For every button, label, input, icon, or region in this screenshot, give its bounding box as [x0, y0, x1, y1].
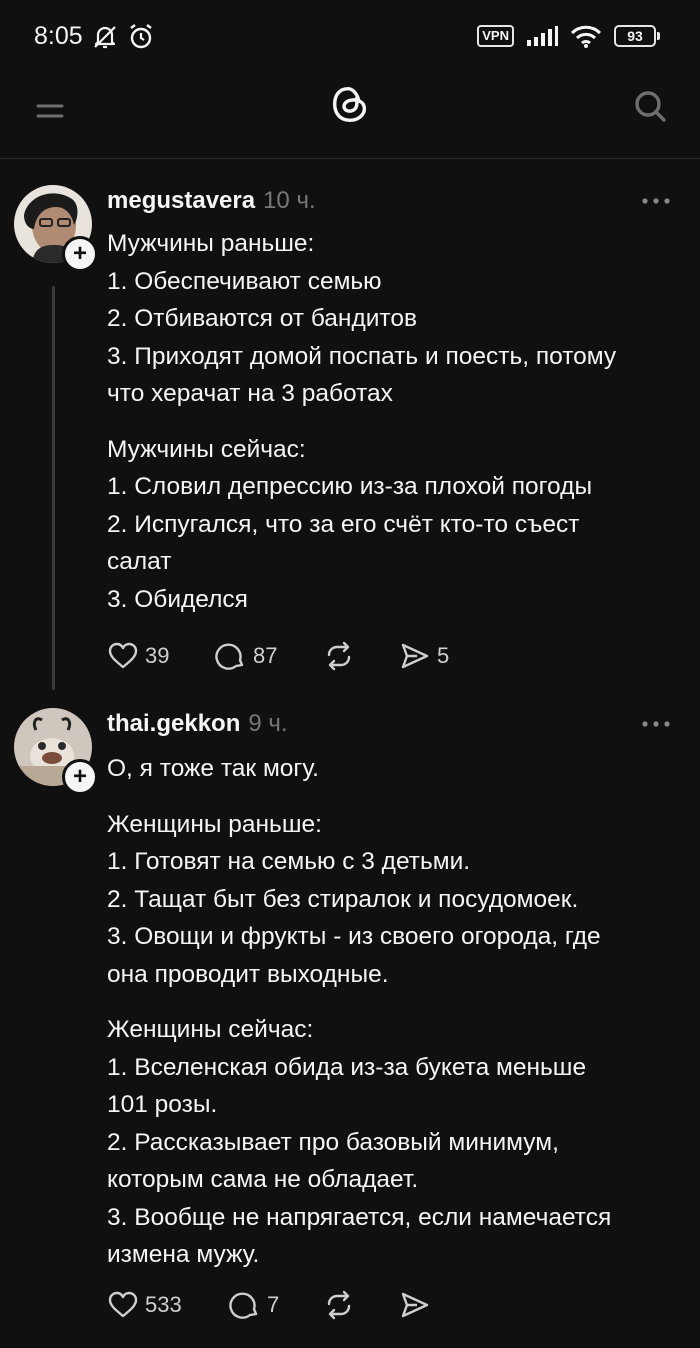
- post-line: Женщины раньше:: [107, 810, 322, 838]
- post-line: 1. Вселенская обида из-за букета меньше: [107, 1053, 587, 1081]
- post-line: 2. Рассказывает про базовый минимум,: [107, 1128, 559, 1156]
- comment-button[interactable]: 7: [229, 1289, 323, 1321]
- post-time: 9 ч.: [248, 710, 288, 737]
- username[interactable]: thai.gekkon: [107, 710, 240, 737]
- post-line: 101 розы.: [107, 1091, 218, 1118]
- post: + thai.gekkon 9 ч. О, я тоже так могу. Же…: [0, 0, 700, 1348]
- post-line: 3. Вообще не напрягается, если намечаетс…: [107, 1203, 612, 1231]
- share-button[interactable]: [399, 1289, 431, 1321]
- like-count: 533: [145, 1292, 182, 1317]
- post-line: 2. Тащат быт без стиралок и посудомоек.: [107, 885, 579, 913]
- post-line: которым сама не обладает.: [107, 1166, 419, 1193]
- post-line: 3. Овощи и фрукты - из своего огорода, г…: [107, 923, 601, 950]
- post-text: О, я тоже так могу. Женщины раньше: 1. Г…: [107, 750, 687, 1274]
- post-line: она проводит выходные.: [107, 960, 389, 988]
- like-button[interactable]: 533: [107, 1289, 229, 1321]
- post-line: Женщины сейчас:: [107, 1016, 314, 1043]
- post-line: О, я тоже так могу.: [107, 755, 319, 782]
- post-line: измена мужу.: [107, 1241, 260, 1268]
- post-line: 1. Готовят на семью с 3 детьми.: [107, 848, 471, 875]
- heart-icon: [108, 1291, 138, 1318]
- send-icon: [401, 1292, 429, 1318]
- comment-count: 7: [267, 1292, 280, 1317]
- follow-plus-button[interactable]: +: [62, 759, 98, 795]
- repost-button[interactable]: [323, 1289, 399, 1321]
- post-actions: 533 7: [107, 1289, 431, 1321]
- repost-icon: [327, 1290, 351, 1320]
- comment-icon: [229, 1292, 258, 1319]
- more-options-icon[interactable]: [640, 719, 672, 729]
- post-header: thai.gekkon 9 ч.: [107, 710, 288, 738]
